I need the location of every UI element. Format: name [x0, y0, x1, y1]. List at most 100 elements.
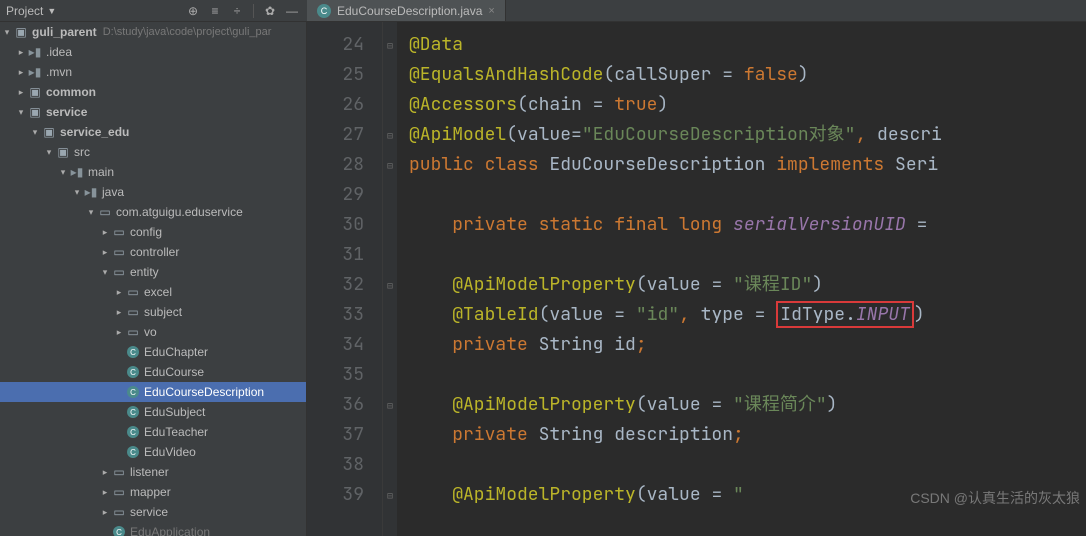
tree-item[interactable]: CEduSubject [0, 402, 306, 422]
tree-item[interactable]: ▸▭controller [0, 242, 306, 262]
tree-item[interactable]: ▾▣service [0, 102, 306, 122]
chevron-down-icon[interactable]: ▾ [86, 207, 96, 218]
code-line[interactable]: private String id; [409, 330, 1086, 360]
code-line[interactable]: private static final long serialVersionU… [409, 210, 1086, 240]
chevron-down-icon[interactable]: ▾ [72, 187, 82, 198]
code-line[interactable]: @ApiModelProperty(value = "课程简介") [409, 390, 1086, 420]
tree-item[interactable]: ▸▭listener [0, 462, 306, 482]
fold-marker[interactable] [383, 90, 397, 120]
chevron-right-icon[interactable]: ▸ [100, 247, 110, 258]
fold-marker[interactable] [383, 360, 397, 390]
chevron-down-icon[interactable]: ▾ [2, 27, 12, 38]
code-line[interactable] [409, 240, 1086, 270]
tree-item[interactable]: CEduApplication [0, 522, 306, 536]
tree-root[interactable]: ▾ ▣ guli_parent D:\study\java\code\proje… [0, 22, 306, 42]
java-class-icon: C [317, 4, 331, 18]
expand-icon[interactable]: ≡ [206, 2, 224, 20]
chevron-down-icon[interactable]: ▾ [44, 147, 54, 158]
fold-marker[interactable] [383, 300, 397, 330]
chevron-down-icon[interactable]: ▼ [47, 6, 56, 16]
module-icon: ▣ [28, 85, 42, 99]
hide-icon[interactable]: — [283, 2, 301, 20]
package-icon: ▭ [112, 225, 126, 239]
java-class-icon: C [126, 345, 140, 359]
tree-item[interactable]: ▸▭config [0, 222, 306, 242]
chevron-down-icon[interactable]: ▾ [30, 127, 40, 138]
tree-item[interactable]: ▸▸▮.mvn [0, 62, 306, 82]
chevron-down-icon[interactable]: ▾ [100, 267, 110, 278]
fold-marker[interactable] [383, 420, 397, 450]
fold-marker[interactable] [383, 180, 397, 210]
locate-icon[interactable]: ⊕ [184, 2, 202, 20]
fold-marker[interactable]: ⊟ [383, 270, 397, 300]
collapse-icon[interactable]: ÷ [228, 2, 246, 20]
close-icon[interactable]: × [488, 5, 494, 17]
chevron-right-icon[interactable]: ▸ [114, 287, 124, 298]
fold-marker[interactable]: ⊟ [383, 120, 397, 150]
fold-marker[interactable]: ⊟ [383, 480, 397, 510]
chevron-right-icon[interactable]: ▸ [16, 87, 26, 98]
code-line[interactable] [409, 180, 1086, 210]
tree-label: excel [144, 285, 172, 299]
package-icon: ▭ [126, 285, 140, 299]
tree-item[interactable]: ▾▭com.atguigu.eduservice [0, 202, 306, 222]
code-area[interactable]: @Data@EqualsAndHashCode(callSuper = fals… [397, 22, 1086, 536]
code-line[interactable]: @EqualsAndHashCode(callSuper = false) [409, 60, 1086, 90]
code-line[interactable] [409, 450, 1086, 480]
tree-item[interactable]: CEduCourseDescription [0, 382, 306, 402]
tree-item[interactable]: ▸▸▮.idea [0, 42, 306, 62]
top-bar: Project ▼ ⊕ ≡ ÷ ✿ — C EduCourseDescripti… [0, 0, 1086, 22]
fold-marker[interactable]: ⊟ [383, 150, 397, 180]
code-line[interactable] [409, 360, 1086, 390]
tree-item[interactable]: ▸▭ excel [0, 282, 306, 302]
chevron-right-icon[interactable]: ▸ [16, 67, 26, 78]
chevron-down-icon[interactable]: ▾ [58, 167, 68, 178]
main-area: ▾ ▣ guli_parent D:\study\java\code\proje… [0, 22, 1086, 536]
code-line[interactable]: @Accessors(chain = true) [409, 90, 1086, 120]
project-tree[interactable]: ▾ ▣ guli_parent D:\study\java\code\proje… [0, 22, 307, 536]
line-number: 25 [307, 60, 364, 90]
tree-item[interactable]: CEduVideo [0, 442, 306, 462]
project-label[interactable]: Project [6, 4, 43, 18]
tree-item[interactable]: ▸▣common [0, 82, 306, 102]
fold-marker[interactable] [383, 240, 397, 270]
fold-marker[interactable]: ⊟ [383, 30, 397, 60]
code-editor[interactable]: 24252627282930313233343536373839 ⊟⊟⊟⊟⊟⊟ … [307, 22, 1086, 536]
tree-item[interactable]: ▸▭subject [0, 302, 306, 322]
gear-icon[interactable]: ✿ [261, 2, 279, 20]
code-line[interactable]: @Data [409, 30, 1086, 60]
chevron-right-icon[interactable]: ▸ [114, 327, 124, 338]
fold-marker[interactable] [383, 450, 397, 480]
fold-marker[interactable] [383, 60, 397, 90]
chevron-down-icon[interactable]: ▾ [16, 107, 26, 118]
separator [253, 4, 254, 18]
chevron-right-icon[interactable]: ▸ [100, 487, 110, 498]
tree-item[interactable]: ▾▣service_edu [0, 122, 306, 142]
tree-item[interactable]: ▾▸▮java [0, 182, 306, 202]
editor-tab[interactable]: C EduCourseDescription.java × [307, 0, 506, 21]
code-line[interactable]: private String description; [409, 420, 1086, 450]
tree-item[interactable]: ▸▭mapper [0, 482, 306, 502]
code-line[interactable]: @ApiModelProperty(value = "课程ID") [409, 270, 1086, 300]
chevron-right-icon[interactable]: ▸ [100, 467, 110, 478]
chevron-right-icon[interactable]: ▸ [100, 227, 110, 238]
tree-item[interactable]: ▾▭entity [0, 262, 306, 282]
fold-marker[interactable] [383, 210, 397, 240]
tree-label: java [102, 185, 124, 199]
fold-marker[interactable] [383, 330, 397, 360]
tree-item[interactable]: CEduChapter [0, 342, 306, 362]
chevron-right-icon[interactable]: ▸ [16, 47, 26, 58]
tree-item[interactable]: ▸▭vo [0, 322, 306, 342]
chevron-right-icon[interactable]: ▸ [100, 507, 110, 518]
tree-item[interactable]: CEduTeacher [0, 422, 306, 442]
tree-item[interactable]: ▾▣src [0, 142, 306, 162]
code-line[interactable]: @ApiModel(value="EduCourseDescription对象"… [409, 120, 1086, 150]
code-line[interactable]: @TableId(value = "id", type = IdType.INP… [409, 300, 1086, 330]
fold-marker[interactable]: ⊟ [383, 390, 397, 420]
tree-item[interactable]: ▾▸▮main [0, 162, 306, 182]
chevron-right-icon[interactable]: ▸ [114, 307, 124, 318]
module-icon: ▣ [42, 125, 56, 139]
tree-item[interactable]: CEduCourse [0, 362, 306, 382]
code-line[interactable]: public class EduCourseDescription implem… [409, 150, 1086, 180]
tree-item[interactable]: ▸▭service [0, 502, 306, 522]
